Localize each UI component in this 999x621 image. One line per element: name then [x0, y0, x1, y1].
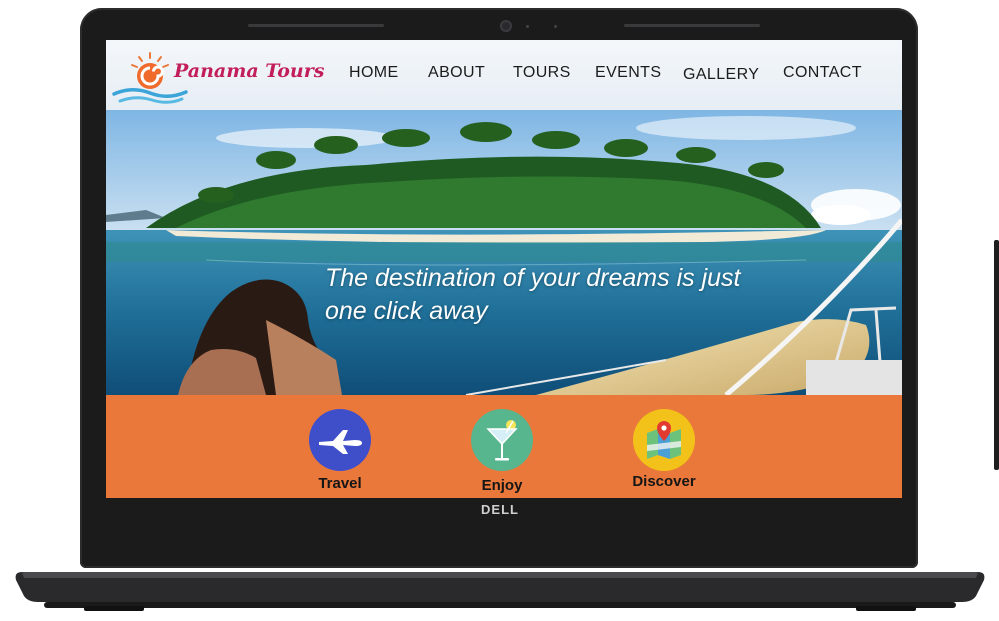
camera-indicator [554, 25, 557, 28]
tropical-island-beach-woman-boat-image [106, 110, 902, 395]
hero-banner: The destination of your dreams is just o… [106, 110, 902, 395]
webcam-icon [500, 20, 512, 32]
lid-speaker-slot [248, 24, 384, 27]
feature-enjoy[interactable]: Enjoy [452, 409, 552, 497]
airplane-icon [319, 430, 362, 454]
map-pin-icon [647, 421, 681, 459]
feature-travel-label: Travel [318, 475, 362, 492]
dell-logo: DELL [481, 502, 519, 517]
website-screen: Panama Tours HOME ABOUT TOURS EVENTS GAL… [106, 40, 902, 498]
nav-home-link[interactable]: HOME [349, 64, 399, 82]
features-bar: Travel Enjoy Discover [106, 395, 902, 498]
camera-indicator [526, 25, 529, 28]
navbar: Panama Tours HOME ABOUT TOURS EVENTS GAL… [106, 40, 902, 110]
feature-travel[interactable]: Travel [290, 409, 390, 497]
brand-name[interactable]: Panama Tours [174, 60, 324, 82]
feature-discover-label: Discover [632, 473, 696, 490]
nav-events-link[interactable]: EVENTS [595, 64, 661, 82]
nav-tours-link[interactable]: TOURS [513, 64, 571, 82]
nav-contact-link[interactable]: CONTACT [783, 64, 862, 82]
hero-headline-line1: The destination of your dreams is just [325, 264, 741, 292]
feature-discover[interactable]: Discover [614, 409, 714, 497]
hero-headline-line2: one click away [325, 297, 488, 325]
hero-headline: The destination of your dreams is just o… [325, 262, 845, 328]
laptop-base [15, 572, 985, 611]
feature-enjoy-label: Enjoy [481, 477, 523, 494]
nav-about-link[interactable]: ABOUT [428, 64, 485, 82]
nav-gallery-link[interactable]: GALLERY [683, 66, 759, 84]
background-device-edge [994, 240, 999, 470]
cocktail-icon [486, 420, 518, 461]
lid-speaker-slot [624, 24, 760, 27]
